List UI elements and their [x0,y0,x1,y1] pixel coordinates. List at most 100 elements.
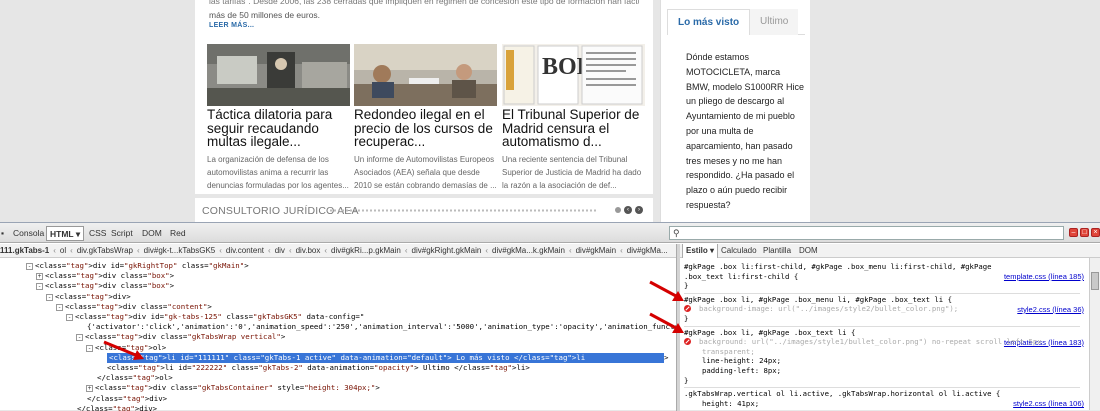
article-title[interactable]: Táctica dilatoria para seguir recaudando… [207,108,352,149]
css-property[interactable]: height: 41px; [702,399,759,409]
css-text: #gkPage .box li, #gkPage .box_text li { [684,327,856,337]
breadcrumb-item[interactable]: div [275,246,285,255]
breadcrumb-separator: ‹ [485,246,489,255]
css-property[interactable]: background-image: url("../images/style2/… [684,304,958,314]
tab-lo-mas-visto[interactable]: Lo más visto [667,9,751,35]
expand-toggle-icon[interactable]: - [86,344,93,352]
article-title[interactable]: El Tribunal Superior de Madrid censura e… [502,108,647,149]
detach-icon[interactable]: □ [1080,228,1089,237]
css-panel-scrollbar[interactable] [1089,258,1100,410]
article-thumbnail[interactable] [207,44,350,106]
scrollbar-thumb[interactable] [1091,272,1099,290]
dom-node-line[interactable]: - <class="tag">div class="box"> [36,281,174,291]
expand-toggle-icon[interactable]: + [36,273,43,281]
breadcrumb-separator: ‹ [70,246,73,255]
tab-red[interactable]: Red [167,226,189,241]
expand-toggle-icon[interactable]: - [36,283,43,291]
tab-css[interactable]: CSS [86,226,109,241]
css-text: background: url("../images/style1/bullet… [699,337,1042,347]
breadcrumb-item[interactable]: div#gkMa...k.gkMain [492,246,565,255]
breadcrumb-item[interactable]: 1111.gkTabs-1 [0,246,49,255]
expand-toggle-icon[interactable]: - [76,334,83,342]
dom-node-text: <class="tag">div [95,383,167,393]
tab-estilo[interactable]: Estilo ▾ [682,244,719,258]
section-header: CONSULTORIO JURÍDICO AEA ‹ › [195,198,653,222]
tab-ultimo[interactable]: Ultimo [750,9,799,35]
breadcrumb-separator: ‹ [219,246,222,255]
dom-node-line[interactable]: - <class="tag">div id="gk-tabs-125" class… [66,312,364,322]
selected-dom-node[interactable]: <class="tag">li id="111111" class="gkTab… [96,352,668,363]
css-property[interactable]: padding-left: 8px; [702,366,781,376]
dom-node-line[interactable]: {'activator':'click','animation':'0','an… [76,322,676,332]
css-text: line-height: 24px; [702,356,782,366]
disabled-property-icon[interactable] [684,338,691,346]
inspect-icon[interactable]: ▪ [0,226,7,241]
breadcrumb-item[interactable]: div#gkMa... [627,246,668,255]
article-title[interactable]: Redondeo ilegal en el precio de los curs… [354,108,499,149]
breadcrumb-item[interactable]: div#gkRi...p.gkMain [331,246,401,255]
article-thumbnail[interactable]: BOP [502,44,645,106]
css-property[interactable]: background: url("../images/style1/bullet… [684,337,1042,347]
css-property[interactable]: transparent; [702,347,755,357]
tab-script[interactable]: Script [108,226,136,241]
tab-calculado[interactable]: Calculado [718,244,760,258]
dom-node-line[interactable]: </class="tag">ol> [86,373,173,383]
css-rules-panel: template.css (línea 185) #gkPage .box li:… [680,259,1088,411]
dom-node-line[interactable]: + <class="tag">div class="box"> [36,271,174,281]
css-property[interactable]: line-height: 24px; [702,356,781,366]
tab-html[interactable]: HTML ▾ [46,226,85,241]
breadcrumb-separator: ‹ [568,246,572,255]
article-card[interactable]: Táctica dilatoria para seguir recaudando… [207,44,352,192]
article-thumbnail[interactable] [354,44,497,106]
breadcrumb-item[interactable]: div.gkTabsWrap [77,246,133,255]
dom-node-line[interactable]: - <class="tag">div> [46,292,131,302]
dom-node-line[interactable]: </class="tag">div> [76,394,167,404]
css-text: padding-left: 8px; [702,366,782,375]
tab-consola[interactable]: Consola [10,226,47,241]
breadcrumb-item[interactable]: div#gk-t...kTabsGK5 [144,246,216,255]
css-source-link[interactable]: style2.css (línea 106) [1013,399,1084,408]
breadcrumb-item[interactable]: div.box [296,246,321,255]
rule-separator [684,292,1080,294]
expand-toggle-icon[interactable]: + [86,385,93,393]
article-card[interactable]: BOP El Tribunal Superior de Madrid censu… [502,44,647,192]
sidebar-tabs-box: Lo más visto Ultimo Dónde estamos MOTOCI… [660,0,810,222]
breadcrumb-item[interactable]: ol [60,246,66,255]
carousel-next-icon[interactable]: › [635,206,643,214]
expand-toggle-icon[interactable]: - [46,293,53,301]
rule-separator [684,325,1080,327]
tab-dom-side[interactable]: DOM [796,244,821,258]
carousel-prev-icon[interactable]: ‹ [624,206,632,214]
expand-toggle-icon[interactable]: - [56,303,63,311]
minimize-icon[interactable]: – [1069,228,1078,237]
dom-node-line[interactable]: + <class="tag">div class="gkTabsContainer… [86,383,380,393]
expand-toggle-icon[interactable]: - [26,263,33,270]
css-source: style2.css (línea 106) [1013,399,1084,409]
css-selector: #gkPage .box li:first-child, #gkPage .bo… [684,262,992,272]
article-card[interactable]: Redondeo ilegal en el precio de los curs… [354,44,499,192]
carousel-dot-icon[interactable] [615,207,621,213]
css-source-link[interactable]: template.css (línea 185) [1004,272,1084,281]
read-more-link[interactable]: LEER MÁS... [209,22,254,29]
close-icon[interactable]: × [1091,228,1100,237]
breadcrumb-item[interactable]: div.content [226,246,264,255]
dom-node-line[interactable]: <class="tag">li id="222222" class="gkTab… [96,363,530,373]
article-description: Un informe de Automovilistas Europeos As… [354,154,497,190]
tab-estilo-label: Estilo [686,246,708,255]
devtools-search-input[interactable]: ⚲ [669,226,1064,240]
css-source-link[interactable]: style2.css (línea 36) [1017,305,1084,314]
expand-toggle-icon[interactable]: - [66,314,73,321]
dom-node-line[interactable]: - <class="tag">div id="gkRightTop" class=… [26,261,249,271]
sidebar-tab-bar: Lo más visto Ultimo [667,9,805,35]
css-selector: #gkPage .box li, #gkPage .box_text li { [684,328,855,338]
dom-node-text: <class="tag">li [107,363,174,372]
dom-node-line[interactable]: - <class="tag">div class="content"> [56,302,212,312]
css-selector: } [684,376,688,386]
breadcrumb-item[interactable]: div#gkRight.gkMain [412,246,482,255]
breadcrumb-item[interactable]: div#gkMain [576,246,616,255]
breadcrumb-separator: ‹ [324,246,328,255]
tab-dom[interactable]: DOM [139,226,165,241]
intro-text: las tarifas". Desde 2006, las 238 cerrad… [209,0,639,22]
css-text: #gkPage .box li:first-child, #gkPage .bo… [684,262,992,271]
tab-plantilla[interactable]: Plantilla [760,244,794,258]
